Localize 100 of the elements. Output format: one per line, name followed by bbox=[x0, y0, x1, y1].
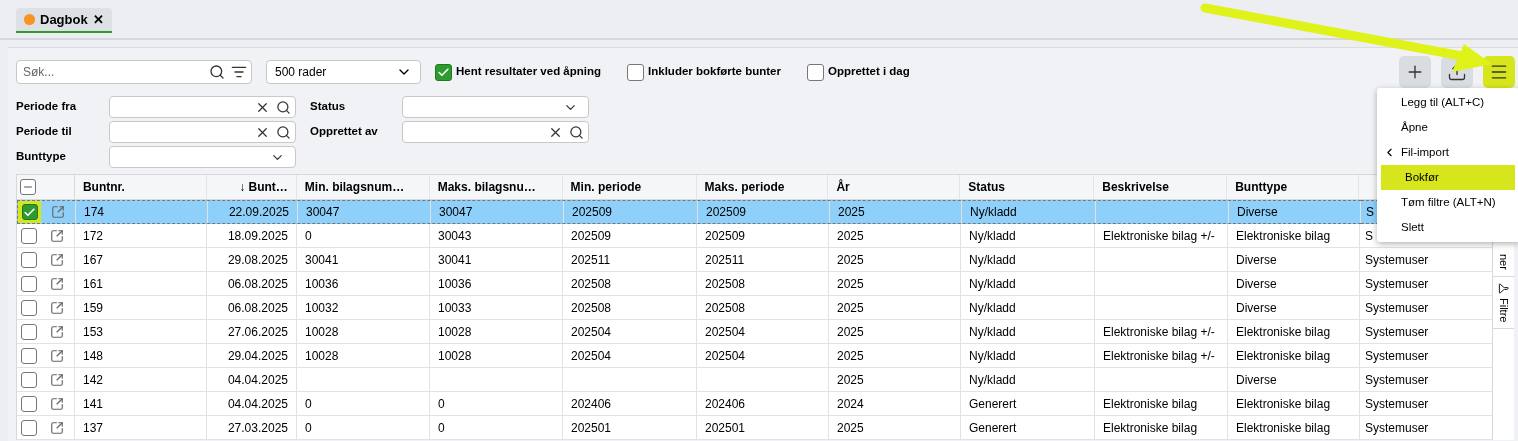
rows-dropdown[interactable]: 500 rader bbox=[266, 60, 421, 84]
open-link-icon[interactable] bbox=[51, 205, 65, 219]
open-link-icon[interactable] bbox=[50, 228, 64, 243]
close-icon[interactable]: ✕ bbox=[92, 9, 104, 30]
table-row[interactable]: 174 22.09.2025 30047 30047 202509 202509 2025 Ny/kladd Diverse bbox=[17, 200, 1361, 224]
column-header[interactable]: Beskrivelse bbox=[1102, 178, 1169, 196]
open-link-icon[interactable] bbox=[50, 300, 64, 315]
table-cell-text: Diverse bbox=[1236, 275, 1277, 293]
add-button[interactable] bbox=[1399, 56, 1431, 88]
table-row[interactable]: 159 06.08.2025 10032 10033 202508 202508 2025 Ny/kladd Diverse bbox=[17, 296, 1360, 320]
table-cell-text: 2025 bbox=[837, 275, 864, 293]
checkbox[interactable] bbox=[20, 275, 37, 292]
table-cell-text: 2025 bbox=[837, 251, 864, 269]
checkbox[interactable] bbox=[20, 227, 37, 244]
menu-item[interactable]: Bokfør bbox=[1381, 165, 1515, 190]
checkbox[interactable] bbox=[435, 63, 452, 81]
table-cell-text: 30041 bbox=[438, 251, 472, 269]
table-cell-text: Elektroniske bilag bbox=[1236, 227, 1331, 245]
menu-button[interactable] bbox=[1483, 56, 1515, 88]
checkbox[interactable] bbox=[20, 251, 37, 268]
select-all-checkbox[interactable] bbox=[20, 179, 37, 195]
table-cell-text: 202511 bbox=[571, 251, 611, 269]
open-link-icon[interactable] bbox=[50, 276, 64, 291]
column-header[interactable]: Min. bilagsnum… bbox=[304, 178, 405, 196]
document-tab[interactable]: Dagbok ✕ bbox=[16, 8, 112, 33]
checkbox[interactable] bbox=[20, 347, 37, 364]
column-header[interactable]: Maks. bilagsnu… bbox=[437, 178, 536, 196]
side-tab-label: ner bbox=[1496, 254, 1511, 270]
table-cell-text: 27.03.2025 bbox=[227, 419, 288, 437]
checkbox[interactable] bbox=[21, 204, 38, 220]
check-icon bbox=[437, 65, 450, 79]
menu-item[interactable]: Legg til (ALT+C) bbox=[1377, 90, 1518, 115]
table-cell-text: 153 bbox=[83, 323, 104, 341]
checkbox-label: Hent resultater ved åpning bbox=[456, 64, 602, 80]
table-cell-text: Ny/kladd bbox=[969, 299, 1016, 317]
table-row[interactable]: 148 29.04.2025 10028 10028 202504 202504 2025 Ny/kladd Elektroniske bilag +/- Elektroniske bilag bbox=[17, 344, 1360, 368]
lookup-field[interactable] bbox=[109, 96, 296, 118]
checkbox[interactable] bbox=[627, 63, 645, 81]
table-cell-text: 0 bbox=[438, 395, 445, 413]
menu-item[interactable]: Fil-import bbox=[1377, 140, 1518, 165]
checkbox[interactable] bbox=[20, 371, 37, 388]
table-cell: Systemuser bbox=[1360, 248, 1493, 272]
search-icon[interactable] bbox=[209, 64, 225, 80]
column-header[interactable]: ↓ Bunt… bbox=[239, 178, 288, 196]
search-icon[interactable] bbox=[276, 99, 291, 115]
table-cell-text: 159 bbox=[83, 299, 104, 317]
open-link-icon[interactable] bbox=[50, 396, 64, 411]
table-row[interactable]: 153 27.06.2025 10028 10028 202504 202504 2025 Ny/kladd Elektroniske bilag +/- Elektroniske bilag bbox=[17, 320, 1360, 344]
table-cell: Systemuser bbox=[1360, 320, 1493, 344]
open-link-icon[interactable] bbox=[50, 420, 64, 435]
table-row[interactable]: 161 06.08.2025 10036 10036 202508 202508 2025 Ny/kladd Diverse bbox=[17, 272, 1360, 296]
dropdown-field[interactable] bbox=[109, 146, 296, 168]
table-cell-text: 2025 bbox=[837, 323, 864, 341]
lookup-field[interactable] bbox=[402, 121, 589, 143]
table-row[interactable]: 172 18.09.2025 0 30043 202509 202509 2025 Ny/kladd Elektroniske bilag +/- Elektroniske bilag bbox=[17, 224, 1360, 248]
column-header[interactable]: Maks. periode bbox=[704, 178, 785, 196]
column-header[interactable]: Bunttype bbox=[1235, 178, 1288, 196]
menu-item[interactable]: Åpne bbox=[1377, 115, 1518, 140]
checkbox-label: Inkluder bokførte bunter bbox=[648, 64, 781, 80]
table-row[interactable]: 141 04.04.2025 0 0 202406 202406 2024 Generert Elektroniske bilag Elektroniske bilag bbox=[17, 392, 1360, 416]
column-header[interactable]: Min. periode bbox=[570, 178, 642, 196]
table-cell-text: 22.09.2025 bbox=[228, 204, 289, 221]
checkbox[interactable] bbox=[20, 395, 37, 412]
open-link-icon[interactable] bbox=[50, 324, 64, 339]
check-icon bbox=[23, 205, 36, 219]
table-cell-text: Elektroniske bilag bbox=[1236, 419, 1331, 437]
dropdown-field[interactable] bbox=[402, 96, 589, 118]
open-link-icon[interactable] bbox=[50, 252, 64, 267]
column-header[interactable]: Status bbox=[968, 178, 1005, 196]
table-cell-text: 202509 bbox=[572, 204, 613, 221]
table-cell: Systemuser bbox=[1360, 392, 1493, 416]
open-link-icon[interactable] bbox=[50, 372, 64, 387]
checkbox[interactable] bbox=[20, 419, 37, 436]
table-cell-text: Elektroniske bilag bbox=[1236, 395, 1331, 413]
side-tab[interactable]: Filtre bbox=[1493, 276, 1514, 330]
table-cell-text: 04.04.2025 bbox=[227, 395, 288, 413]
table-row[interactable]: 137 27.03.2025 0 0 202501 202501 2025 Generert Elektroniske bilag Elektroniske bilag bbox=[17, 416, 1360, 440]
table-cell-text: Elektroniske bilag +/- bbox=[1103, 227, 1215, 245]
search-icon[interactable] bbox=[569, 124, 584, 140]
filter-icon[interactable] bbox=[231, 64, 247, 80]
table-row[interactable]: 167 29.08.2025 30041 30041 202511 202511 2025 Ny/kladd Diverse bbox=[17, 248, 1360, 272]
search-icon[interactable] bbox=[276, 124, 291, 140]
table-cell-text: Elektroniske bilag bbox=[1103, 419, 1198, 437]
lookup-field[interactable] bbox=[109, 121, 296, 143]
table-row[interactable]: 142 04.04.2025 2025 Ny/kladd Diverse bbox=[17, 368, 1360, 392]
table-cell-text: 10028 bbox=[438, 347, 472, 365]
table-cell-text: Elektroniske bilag +/- bbox=[1103, 323, 1215, 341]
column-header[interactable]: År bbox=[836, 178, 850, 196]
table-cell-text: Diverse bbox=[1237, 204, 1278, 221]
search-field[interactable]: Søk... bbox=[23, 63, 203, 81]
search-box[interactable]: Søk... bbox=[16, 60, 252, 84]
checkbox[interactable] bbox=[806, 63, 824, 81]
column-header[interactable]: Buntnr. bbox=[82, 178, 125, 196]
checkbox[interactable] bbox=[20, 299, 37, 316]
table-cell-text: Diverse bbox=[1236, 251, 1277, 269]
table-cell-text: 2024 bbox=[837, 395, 864, 413]
table-cell-text: 04.04.2025 bbox=[227, 371, 288, 389]
checkbox[interactable] bbox=[20, 323, 37, 340]
table-cell-text: 137 bbox=[83, 419, 104, 437]
open-link-icon[interactable] bbox=[50, 348, 64, 363]
